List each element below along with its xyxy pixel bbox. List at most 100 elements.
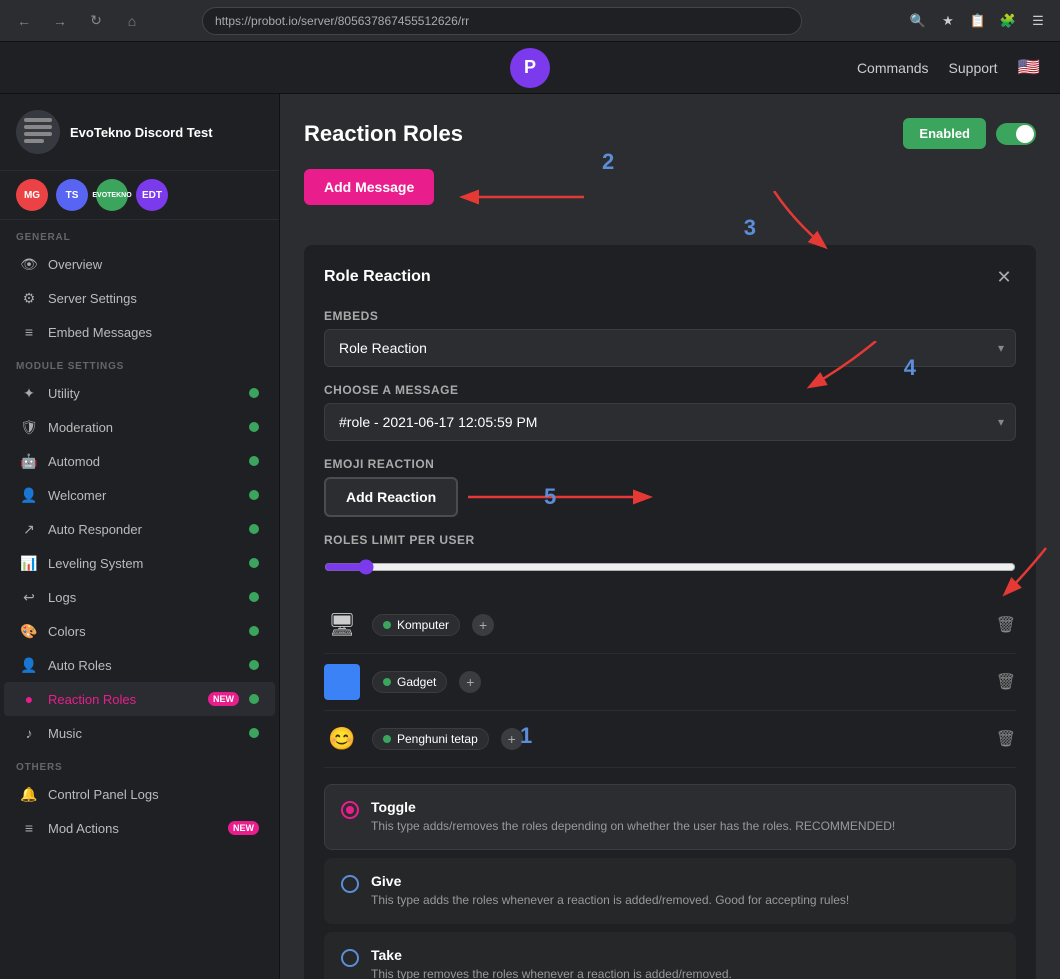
mini-avatar-mg[interactable]: MG xyxy=(16,179,48,211)
auto-roles-icon: 👤 xyxy=(20,656,38,674)
sidebar-item-reaction-roles[interactable]: ● Reaction Roles NEW xyxy=(4,682,275,716)
forward-button[interactable]: → xyxy=(46,7,74,35)
role-dot xyxy=(383,735,391,743)
sidebar-item-label: Moderation xyxy=(48,420,239,435)
message-select[interactable]: #role - 2021-06-17 12:05:59 PM xyxy=(324,403,1016,441)
mini-avatar-edt[interactable]: EDT xyxy=(136,179,168,211)
colors-icon: 🎨 xyxy=(20,622,38,640)
commands-link[interactable]: Commands xyxy=(857,60,929,76)
roles-limit-slider[interactable] xyxy=(324,559,1016,575)
radio-give[interactable]: Give This type adds the roles whenever a… xyxy=(324,858,1016,924)
home-button[interactable]: ⌂ xyxy=(118,7,146,35)
role-dot xyxy=(383,621,391,629)
green-dot xyxy=(249,660,259,670)
toggle-switch[interactable] xyxy=(996,123,1036,145)
flag-icon[interactable]: 🇺🇸 xyxy=(1018,57,1040,78)
browser-icon-2: ★ xyxy=(936,9,960,33)
sidebar-item-embed-messages[interactable]: ≡ Embed Messages xyxy=(4,315,275,349)
utility-icon: ✦ xyxy=(20,384,38,402)
server-name: EvoTekno Discord Test xyxy=(70,125,213,140)
others-section-label: OTHERS xyxy=(0,750,279,777)
browser-icon-1: 🔍 xyxy=(906,9,930,33)
role-add-button[interactable]: + xyxy=(472,614,494,636)
close-button[interactable]: ✕ xyxy=(992,265,1016,289)
url-text: https://probot.io/server/805637867455512… xyxy=(215,14,469,28)
green-dot xyxy=(249,490,259,500)
role-name: Penghuni tetap xyxy=(397,732,478,746)
sidebar-item-music[interactable]: ♪ Music xyxy=(4,716,275,750)
delete-reaction-button-2[interactable]: 🗑 xyxy=(996,729,1016,749)
sidebar: EvoTekno Discord Test MG TS EVOTEKNO EDT… xyxy=(0,94,280,979)
add-message-button[interactable]: Add Message xyxy=(304,169,434,205)
sidebar-item-label: Music xyxy=(48,726,239,741)
music-icon: ♪ xyxy=(20,724,38,742)
sidebar-item-control-panel-logs[interactable]: 🔔 Control Panel Logs xyxy=(4,777,275,811)
refresh-button[interactable]: ↻ xyxy=(82,7,110,35)
sidebar-item-auto-roles[interactable]: 👤 Auto Roles xyxy=(4,648,275,682)
enabled-toggle: Enabled xyxy=(903,118,1036,149)
server-selector: EvoTekno Discord Test xyxy=(0,94,279,171)
sidebar-item-leveling-system[interactable]: 📊 Leveling System xyxy=(4,546,275,580)
role-add-button[interactable]: + xyxy=(459,671,481,693)
sidebar-item-label: Colors xyxy=(48,624,239,639)
mini-avatar-evotekno[interactable]: EVOTEKNO xyxy=(96,179,128,211)
card-header: Role Reaction ✕ xyxy=(324,265,1016,289)
page-header: Reaction Roles Enabled xyxy=(304,118,1036,149)
radio-circle-toggle xyxy=(341,801,359,819)
logs-icon: ↩ xyxy=(20,588,38,606)
sidebar-item-label: Overview xyxy=(48,257,259,272)
sidebar-item-colors[interactable]: 🎨 Colors xyxy=(4,614,275,648)
blue-rect-emoji xyxy=(324,664,360,700)
sidebar-item-label: Mod Actions xyxy=(48,821,214,836)
reaction-row-2: 😊 Penghuni tetap + 🗑 xyxy=(324,711,1016,768)
card-title: Role Reaction xyxy=(324,268,431,286)
sidebar-item-label: Embed Messages xyxy=(48,325,259,340)
radio-take-desc: This type removes the roles whenever a r… xyxy=(371,966,732,979)
sidebar-item-auto-responder[interactable]: ↗ Auto Responder xyxy=(4,512,275,546)
support-link[interactable]: Support xyxy=(949,60,998,76)
embeds-select[interactable]: Role Reaction xyxy=(324,329,1016,367)
sidebar-item-mod-actions[interactable]: ≡ Mod Actions NEW xyxy=(4,811,275,845)
mini-avatar-ts[interactable]: TS xyxy=(56,179,88,211)
add-reaction-button[interactable]: Add Reaction xyxy=(324,477,458,517)
sidebar-item-utility[interactable]: ✦ Utility xyxy=(4,376,275,410)
sidebar-item-logs[interactable]: ↩ Logs xyxy=(4,580,275,614)
green-dot xyxy=(249,422,259,432)
server-avatars-row: MG TS EVOTEKNO EDT xyxy=(0,171,279,220)
main-layout: EvoTekno Discord Test MG TS EVOTEKNO EDT… xyxy=(0,94,1060,979)
new-badge-reaction-roles: NEW xyxy=(208,692,239,706)
sidebar-item-label: Reaction Roles xyxy=(48,692,194,707)
radio-toggle[interactable]: Toggle This type adds/removes the roles … xyxy=(324,784,1016,850)
role-tag-penghuni: Penghuni tetap xyxy=(372,728,489,750)
browser-bar: ← → ↻ ⌂ https://probot.io/server/8056378… xyxy=(0,0,1060,42)
leveling-icon: 📊 xyxy=(20,554,38,572)
radio-inner xyxy=(346,806,354,814)
radio-give-title: Give xyxy=(371,873,849,889)
enabled-button[interactable]: Enabled xyxy=(903,118,986,149)
sidebar-item-label: Server Settings xyxy=(48,291,259,306)
address-bar[interactable]: https://probot.io/server/805637867455512… xyxy=(202,7,802,35)
sidebar-item-label: Auto Roles xyxy=(48,658,239,673)
delete-reaction-button-1[interactable]: 🗑 xyxy=(996,672,1016,692)
app-nav: P Commands Support 🇺🇸 xyxy=(0,42,1060,94)
browser-icons: 🔍 ★ 📋 🧩 ☰ xyxy=(906,9,1050,33)
radio-toggle-title: Toggle xyxy=(371,799,895,815)
sidebar-item-server-settings[interactable]: ⚙ Server Settings xyxy=(4,281,275,315)
delete-reaction-button-0[interactable]: 🗑 xyxy=(996,615,1016,635)
radio-take[interactable]: Take This type removes the roles wheneve… xyxy=(324,932,1016,979)
message-select-wrapper: #role - 2021-06-17 12:05:59 PM xyxy=(324,403,1016,441)
step2-label: 2 xyxy=(602,149,614,175)
page-title: Reaction Roles xyxy=(304,121,463,147)
sidebar-item-moderation[interactable]: 🛡 Moderation xyxy=(4,410,275,444)
radio-give-content: Give This type adds the roles whenever a… xyxy=(371,873,849,909)
roles-limit-group: Roles Limit per User 6 xyxy=(324,533,1016,581)
role-add-button[interactable]: + xyxy=(501,728,523,750)
sidebar-item-welcomer[interactable]: 👤 Welcomer xyxy=(4,478,275,512)
back-button[interactable]: ← xyxy=(10,7,38,35)
sidebar-item-automod[interactable]: 🤖 Automod xyxy=(4,444,275,478)
reaction-roles-icon: ● xyxy=(20,690,38,708)
sidebar-item-label: Automod xyxy=(48,454,239,469)
radio-circle-give xyxy=(341,875,359,893)
radio-circle-take xyxy=(341,949,359,967)
sidebar-item-overview[interactable]: 👁 Overview xyxy=(4,247,275,281)
